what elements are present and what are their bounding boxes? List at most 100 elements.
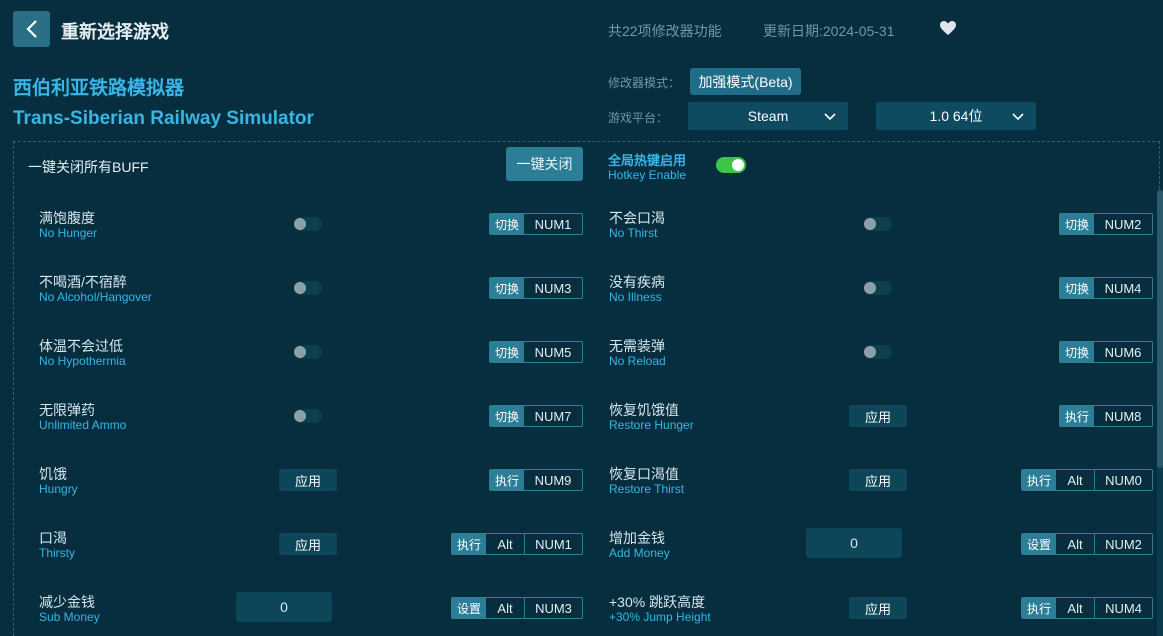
toggle-knob [294,410,306,422]
option-name-en: +30% Jump Height [609,610,711,624]
toggle-knob [294,282,306,294]
hotkey-group[interactable]: 执行 Alt NUM4 [1021,597,1153,619]
hotkey-action-label: 切换 [1060,342,1094,362]
option-name-cn: 没有疾病 [609,274,665,290]
hotkey-key: NUM4 [1104,280,1142,296]
hotkey-key: NUM9 [534,472,572,488]
option-toggle[interactable] [864,217,892,231]
option-name-cn: 恢复饥饿值 [609,402,679,418]
hotkey-group[interactable]: 执行 Alt NUM1 [451,533,583,555]
version-select[interactable]: 1.0 64位 [876,102,1036,130]
option-name-en: Sub Money [39,610,100,624]
hotkey-action-label: 切换 [1060,214,1094,234]
options-panel [13,141,1160,636]
back-button[interactable] [13,11,50,47]
hotkey-group[interactable]: 设置 Alt NUM2 [1021,533,1153,555]
hotkey-group[interactable]: 设置 Alt NUM3 [451,597,583,619]
toggle-knob [864,282,876,294]
platform-select[interactable]: Steam [688,102,848,130]
hotkey-group[interactable]: 切换 NUM7 [489,405,583,427]
hotkey-key: Alt [497,536,513,552]
hotkey-action-label: 切换 [490,342,524,362]
option-toggle[interactable] [294,345,322,359]
option-name-en: Hungry [39,482,78,496]
option-name-cn: 增加金钱 [609,530,665,546]
apply-button[interactable]: 应用 [279,469,337,491]
option-name-cn: 体温不会过低 [39,338,123,354]
apply-button[interactable]: 应用 [849,469,907,491]
hotkey-key: Alt [1067,536,1083,552]
hotkey-group[interactable]: 切换 NUM2 [1059,213,1153,235]
option-name-cn: 满饱腹度 [39,210,95,226]
option-name-en: Restore Hunger [609,418,694,432]
apply-button[interactable]: 应用 [279,533,337,555]
hotkey-key: NUM2 [1094,534,1152,554]
option-name-en: No Alcohol/Hangover [39,290,152,304]
version-value: 1.0 64位 [929,108,983,124]
option-name-cn: 不喝酒/不宿醉 [39,274,127,290]
option-name-en: No Thirst [609,226,658,240]
hotkey-action-label: 执行 [1060,406,1094,426]
heart-icon[interactable] [938,18,958,38]
hotkey-action-label: 切换 [1060,278,1094,298]
platform-label: 游戏平台： [608,111,669,125]
hotkey-key: NUM3 [524,598,582,618]
hotkey-key: Alt [1067,472,1083,488]
option-toggle[interactable] [294,409,322,423]
all-buff-label: 一键关闭所有BUFF [28,159,149,175]
option-name-en: No Reload [609,354,666,368]
game-name-cn: 西伯利亚铁路模拟器 [13,78,185,99]
hotkey-action-label: 执行 [1022,470,1056,490]
hotkey-key: NUM8 [1104,408,1142,424]
option-name-cn: 不会口渴 [609,210,665,226]
option-name-cn: 无限弹药 [39,402,95,418]
hotkey-group[interactable]: 切换 NUM3 [489,277,583,299]
chevron-down-icon [824,113,836,121]
hotkey-group[interactable]: 执行 Alt NUM0 [1021,469,1153,491]
hotkey-group[interactable]: 切换 NUM1 [489,213,583,235]
hotkey-group[interactable]: 切换 NUM5 [489,341,583,363]
toggle-knob [294,218,306,230]
option-name-en: No Hypothermia [39,354,126,368]
hotkey-group[interactable]: 执行 NUM9 [489,469,583,491]
chevron-left-icon [25,20,37,38]
option-name-cn: 减少金钱 [39,594,95,610]
option-name-cn: 恢复口渴值 [609,466,679,482]
hotkey-action-label: 设置 [452,598,486,618]
toggle-knob [864,218,876,230]
option-name-en: No Hunger [39,226,98,240]
hotkey-key: NUM4 [1094,598,1152,618]
hotkey-group[interactable]: 切换 NUM4 [1059,277,1153,299]
scrollbar-thumb[interactable] [1157,190,1163,468]
hotkey-key: Alt [497,600,513,616]
game-name-en: Trans-Siberian Railway Simulator [13,108,314,129]
feature-count: 共22项修改器功能 [608,23,722,39]
hotkey-key: Alt [1067,600,1083,616]
option-name-cn: 无需装弹 [609,338,665,354]
option-name-en: Add Money [609,546,670,560]
hotkey-key: NUM1 [534,216,572,232]
hotkey-key: NUM1 [524,534,582,554]
value-input[interactable]: 0 [236,592,332,622]
hotkey-group[interactable]: 执行 NUM8 [1059,405,1153,427]
close-all-button[interactable]: 一键关闭 [506,147,583,181]
option-name-en: Thirsty [39,546,75,560]
hotkey-group[interactable]: 切换 NUM6 [1059,341,1153,363]
update-date: 更新日期:2024-05-31 [763,23,895,39]
option-toggle[interactable] [294,281,322,295]
option-toggle[interactable] [294,217,322,231]
value-input[interactable]: 0 [806,528,902,558]
option-toggle[interactable] [864,345,892,359]
toggle-knob [864,346,876,358]
apply-button[interactable]: 应用 [849,405,907,427]
chevron-down-icon [1012,113,1024,121]
apply-button[interactable]: 应用 [849,597,907,619]
option-name-cn: 饥饿 [39,466,67,482]
mode-badge[interactable]: 加强模式(Beta) [690,68,801,95]
option-toggle[interactable] [864,281,892,295]
hotkey-toggle[interactable] [716,157,746,173]
hotkey-action-label: 执行 [1022,598,1056,618]
hotkey-key: NUM0 [1094,470,1152,490]
hotkey-action-label: 切换 [490,406,524,426]
option-name-cn: +30% 跳跃高度 [609,594,706,610]
